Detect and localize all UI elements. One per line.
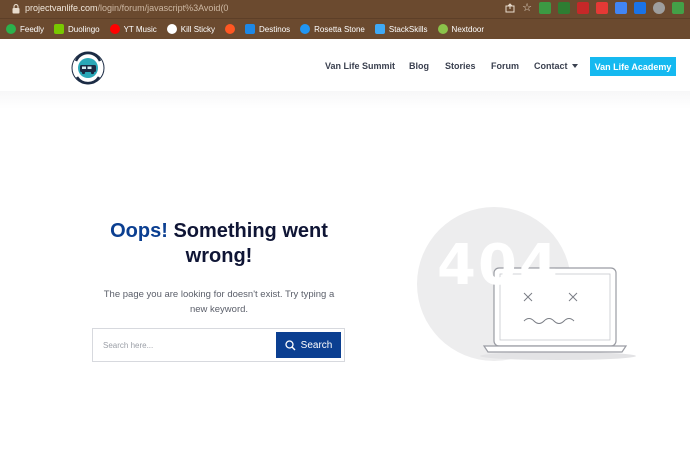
bulb-icon[interactable] [653, 2, 665, 14]
lock-icon [12, 4, 20, 14]
search-button[interactable]: Search [276, 332, 341, 358]
project-van-life-logo[interactable] [71, 51, 105, 85]
bookmark-nextdoor[interactable]: Nextdoor [437, 24, 484, 34]
extension-red-icon[interactable] [577, 2, 589, 14]
browser-url-bar[interactable]: projectvanlife.com/login/forum/javascrip… [0, 0, 690, 18]
yt-music-icon [109, 24, 120, 34]
url-path: /login/forum/javascript%3Avoid(0 [97, 3, 229, 13]
search-form: Search [92, 328, 345, 362]
url-text[interactable]: projectvanlife.com/login/forum/javascrip… [25, 3, 228, 13]
error-title-accent: Oops! [110, 220, 168, 242]
error-code-404: 404 [437, 233, 560, 298]
bookmark-kill-sticky[interactable]: Kill Sticky [166, 24, 215, 34]
kill-sticky-icon [166, 24, 177, 34]
search-button-label: Search [300, 339, 333, 351]
share-icon[interactable] [505, 3, 515, 13]
chevron-down-icon[interactable] [572, 64, 578, 68]
extension-green-icon[interactable] [539, 2, 551, 14]
nav-stories[interactable]: Stories [445, 61, 476, 71]
gmail-icon[interactable] [596, 2, 608, 14]
rosetta-stone-icon [300, 24, 311, 34]
bookmarks-bar: Feedly Duolingo YT Music Kill Sticky Des… [0, 18, 690, 39]
duolingo-icon [54, 24, 65, 34]
header-shadow [0, 91, 690, 109]
reddit-icon [225, 24, 236, 34]
error-title: Oops! Something went wrong! [96, 219, 342, 269]
bookmark-duolingo[interactable]: Duolingo [54, 24, 100, 34]
error-title-rest: Something went wrong! [173, 220, 328, 267]
url-host: projectvanlife.com [25, 3, 98, 13]
extension-photo-icon[interactable] [672, 2, 684, 14]
bookmark-destinos[interactable]: Destinos [245, 24, 290, 34]
nav-blog[interactable]: Blog [409, 61, 429, 71]
bookmark-star-icon[interactable]: ☆ [522, 3, 532, 14]
bookmark-reddit[interactable] [225, 24, 236, 34]
search-icon [285, 339, 296, 350]
stackskills-icon [374, 24, 385, 34]
nav-contact[interactable]: Contact [534, 61, 568, 71]
site-header: Van Life Summit Blog Stories Forum Conta… [0, 39, 690, 91]
bookmark-yt-music[interactable]: YT Music [109, 24, 157, 34]
extension-blue-icon[interactable] [634, 2, 646, 14]
nextdoor-icon [437, 24, 448, 34]
extension-toolbar: ☆ [505, 2, 684, 14]
van-life-academy-button[interactable]: Van Life Academy [590, 57, 676, 76]
translate-icon[interactable] [615, 2, 627, 14]
nav-van-life-summit[interactable]: Van Life Summit [325, 61, 395, 71]
bookmark-feedly[interactable]: Feedly [6, 24, 44, 34]
extension-check-icon[interactable] [558, 2, 570, 14]
nav-forum[interactable]: Forum [491, 61, 519, 71]
destinos-icon [245, 24, 256, 34]
bookmark-rosetta-stone[interactable]: Rosetta Stone [300, 24, 365, 34]
bookmark-stackskills[interactable]: StackSkills [374, 24, 428, 34]
feedly-icon [6, 24, 16, 34]
error-description: The page you are looking for doesn't exi… [103, 289, 335, 315]
search-input[interactable] [97, 332, 275, 358]
